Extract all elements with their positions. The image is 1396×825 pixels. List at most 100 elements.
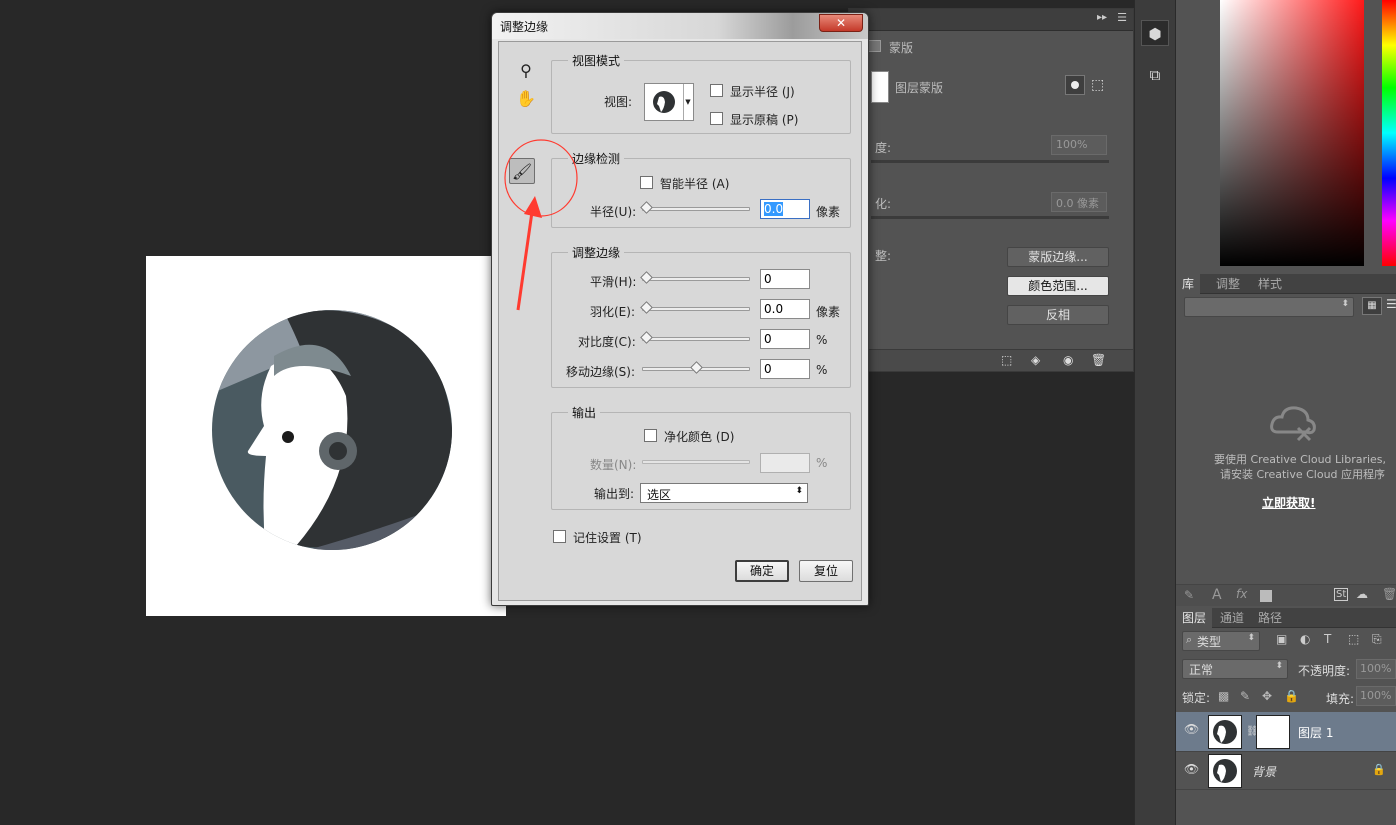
add-pixel-mask-icon[interactable] <box>1065 75 1085 95</box>
feather-slider[interactable] <box>640 301 750 314</box>
contrast-unit: % <box>816 333 828 347</box>
feather-slider[interactable] <box>871 216 1109 219</box>
filter-adjustment-icon[interactable]: ◐ <box>1300 632 1310 646</box>
tab-layers[interactable]: 图层 <box>1176 608 1213 628</box>
color-range-button[interactable]: 颜色范围... <box>1007 276 1109 296</box>
decontaminate-checkbox[interactable] <box>644 429 657 442</box>
feather-field[interactable]: 0.0 <box>760 299 810 319</box>
get-now-link[interactable]: 立即获取! <box>1262 494 1315 511</box>
contrast-field[interactable]: 0 <box>760 329 810 349</box>
adjust-edge-title: 调整边缘 <box>568 244 625 261</box>
document-canvas[interactable] <box>146 256 506 616</box>
smooth-field[interactable]: 0 <box>760 269 810 289</box>
lock-paint-icon[interactable]: ✎ <box>1240 689 1250 703</box>
layer-row-background[interactable]: 👁 背景 🔒 <box>1176 752 1396 790</box>
fill-label: 填充: <box>1326 692 1355 706</box>
shift-edge-slider-thumb[interactable] <box>690 361 703 374</box>
density-slider[interactable] <box>871 160 1109 163</box>
amount-slider <box>642 460 750 464</box>
tab-adjustments[interactable]: 调整 <box>1216 274 1240 294</box>
smart-radius-checkbox[interactable] <box>640 176 653 189</box>
edge-detection-group: 边缘检测 智能半径 (A) 半径(U): 0.0 像素 <box>551 150 851 228</box>
color-picker-field[interactable] <box>1220 0 1364 266</box>
reset-button[interactable]: 复位 <box>799 560 853 582</box>
radius-value: 0.0 <box>764 202 784 216</box>
shift-edge-label: 移动边缘(S): <box>566 365 636 379</box>
load-selection-icon[interactable]: ⬚ <box>1001 353 1012 367</box>
layer-name[interactable]: 背景 <box>1252 763 1276 780</box>
brush-icon[interactable]: ✎ <box>1184 588 1194 602</box>
hand-tool-icon[interactable]: ✋ <box>513 86 539 112</box>
tab-paths[interactable]: 路径 <box>1258 608 1282 628</box>
radius-slider-thumb[interactable] <box>640 201 653 214</box>
layer-row-layer1[interactable]: 👁 ⛓ 图层 1 <box>1176 712 1396 752</box>
density-field[interactable]: 100% <box>1051 135 1107 155</box>
filter-pixel-icon[interactable]: ▣ <box>1276 632 1287 646</box>
panel-menu-icon[interactable]: ☰ <box>1117 11 1127 24</box>
invert-button[interactable]: 反相 <box>1007 305 1109 325</box>
show-radius-checkbox[interactable] <box>710 84 723 97</box>
color-swatch-icon[interactable] <box>1260 590 1272 602</box>
filter-shape-icon[interactable]: ⬚ <box>1348 632 1359 646</box>
tab-channels[interactable]: 通道 <box>1220 608 1244 628</box>
tab-styles[interactable]: 样式 <box>1258 274 1282 294</box>
layer-comp-icon[interactable]: ⧉ <box>1141 62 1169 88</box>
mask-edge-button[interactable]: 蒙版边缘... <box>1007 247 1109 267</box>
apply-mask-icon[interactable]: ◈ <box>1031 353 1040 367</box>
library-trash-icon[interactable]: 🗑 <box>1382 587 1396 601</box>
zoom-tool-icon[interactable]: ⚲ <box>513 58 539 84</box>
view-label: 视图: <box>604 95 633 109</box>
eye-icon[interactable]: 👁 <box>1184 762 1199 776</box>
close-button[interactable]: ✕ <box>819 14 863 32</box>
3d-cube-icon[interactable]: ⬢ <box>1141 20 1169 46</box>
remember-settings-checkbox[interactable] <box>553 530 566 543</box>
lock-transparent-icon[interactable]: ▩ <box>1218 689 1229 703</box>
cc-sync-icon[interactable]: ☁ <box>1356 587 1368 601</box>
layer-name[interactable]: 图层 1 <box>1298 724 1333 741</box>
tab-library[interactable]: 库 <box>1176 274 1201 294</box>
shift-edge-field[interactable]: 0 <box>760 359 810 379</box>
blend-mode-select[interactable]: 正常 ⬍ <box>1182 659 1288 679</box>
add-vector-mask-icon[interactable]: ⬚ <box>1091 77 1104 93</box>
contrast-slider-thumb[interactable] <box>640 331 653 344</box>
grid-view-icon[interactable]: ▦ <box>1362 297 1382 315</box>
fill-field[interactable]: 100% <box>1356 686 1396 706</box>
feather-field[interactable]: 0.0 像素 <box>1051 192 1107 212</box>
radius-slider[interactable] <box>640 201 750 214</box>
stock-icon[interactable]: St <box>1334 588 1349 601</box>
ok-button[interactable]: 确定 <box>735 560 789 582</box>
opacity-field[interactable]: 100% <box>1356 659 1396 679</box>
library-select[interactable]: ⬍ <box>1184 297 1354 317</box>
smooth-slider[interactable] <box>640 271 750 284</box>
text-style-icon[interactable]: A <box>1212 587 1222 603</box>
mask-thumbnail-layer1[interactable] <box>1256 715 1290 749</box>
filter-type-icon[interactable]: T <box>1324 632 1331 646</box>
radius-field[interactable]: 0.0 <box>760 199 810 219</box>
layer-filter-value: 类型 <box>1197 635 1222 649</box>
feather-label: 化: <box>875 197 892 211</box>
visibility-icon[interactable]: ◉ <box>1063 353 1073 367</box>
refine-radius-tool-icon[interactable]: 🖌 <box>509 158 535 184</box>
lock-all-icon[interactable]: 🔒 <box>1284 689 1299 703</box>
list-view-icon[interactable]: ☰ <box>1386 297 1396 311</box>
smooth-slider-thumb[interactable] <box>640 271 653 284</box>
feather-slider-thumb[interactable] <box>640 301 653 314</box>
eye-icon[interactable]: 👁 <box>1184 722 1199 736</box>
hue-slider[interactable] <box>1382 0 1396 266</box>
shift-edge-slider[interactable] <box>642 361 750 374</box>
show-original-checkbox[interactable] <box>710 112 723 125</box>
layer-filter-select[interactable]: ⌕ 类型 ⬍ <box>1182 631 1260 651</box>
avatar-artwork <box>212 310 452 550</box>
lock-move-icon[interactable]: ✥ <box>1262 689 1272 703</box>
output-to-select[interactable]: 选区 ⬍ <box>640 483 808 503</box>
filter-smart-icon[interactable]: ⎘ <box>1372 632 1382 647</box>
contrast-slider[interactable] <box>640 331 750 344</box>
dialog-titlebar[interactable]: 调整边缘 ✕ <box>492 13 868 39</box>
view-mode-picker[interactable]: ▼ <box>644 83 694 121</box>
trash-icon[interactable]: 🗑 <box>1091 353 1106 367</box>
collapse-icon[interactable]: ▸▸ <box>1097 12 1107 23</box>
fx-icon[interactable]: fx <box>1236 587 1247 601</box>
adjust-edge-group: 调整边缘 平滑(H): 0 羽化(E): 0.0 像素 对比度(C): 0 % … <box>551 244 851 388</box>
amount-field <box>760 453 810 473</box>
refine-edge-dialog: 调整边缘 ✕ ⚲ ✋ 🖌 视图模式 视图: ▼ 显示半径 (J) 显示原稿 (P… <box>491 12 869 606</box>
